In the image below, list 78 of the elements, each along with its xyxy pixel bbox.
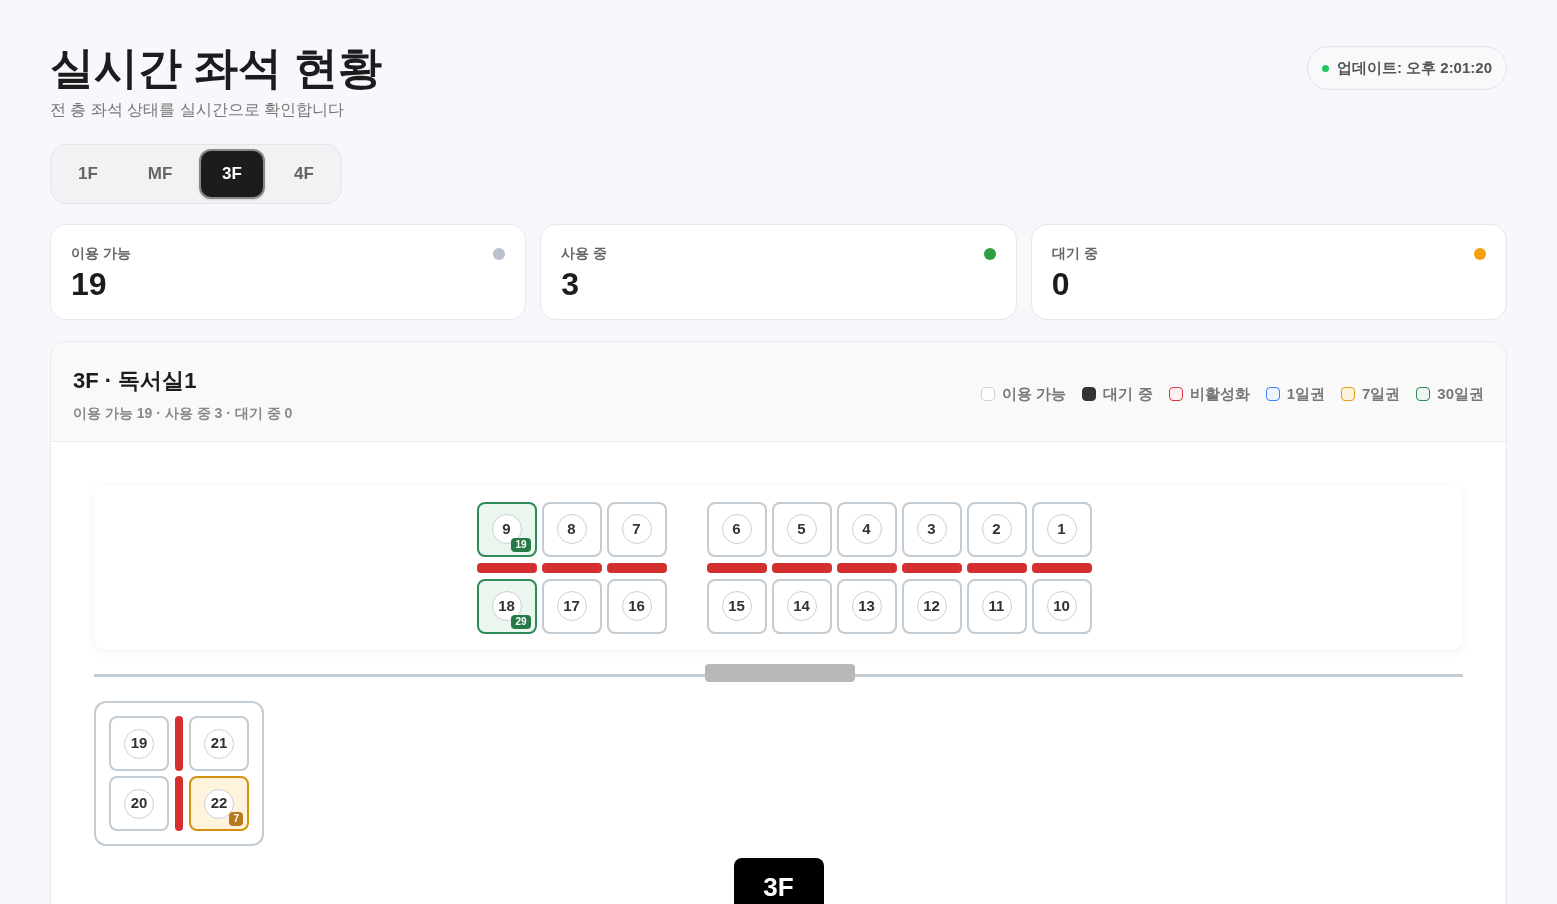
seat-number: 19 — [124, 728, 154, 759]
seat-number: 15 — [721, 591, 752, 621]
stat-value: 19 — [71, 265, 108, 304]
desk-drawing — [836, 562, 897, 573]
desk-drawing — [541, 562, 602, 573]
floor-tab[interactable]: 3F — [199, 149, 265, 199]
seat[interactable]: 12 — [901, 578, 962, 634]
seat-number: 22 — [204, 788, 234, 819]
floor-tab[interactable]: 1F — [55, 149, 121, 199]
seat-number: 8 — [556, 514, 587, 544]
seat-number: 5 — [786, 514, 817, 544]
page-subtitle: 전 층 좌석 상태를 실시간으로 확인합니다 — [50, 100, 346, 120]
seat[interactable]: 11 — [966, 578, 1027, 634]
seat-number: 13 — [851, 591, 882, 621]
stat-value: 3 — [561, 265, 581, 304]
floor-tab[interactable]: 4F — [271, 149, 337, 199]
desk-drawing — [175, 716, 183, 771]
legend-label: 대기 중 — [1103, 384, 1153, 404]
seat-number: 3 — [916, 514, 947, 544]
room-summary: 이용 가능 19 · 사용 중 3 · 대기 중 0 — [73, 404, 293, 423]
seat[interactable]: 7 — [606, 501, 667, 557]
seat[interactable]: 8 — [541, 501, 602, 557]
seat-number: 7 — [621, 514, 652, 544]
seat-number: 6 — [721, 514, 752, 544]
seat[interactable]: 21 — [189, 716, 249, 771]
room-title: 3F · 독서실1 — [73, 367, 198, 395]
seat-badge: 7 — [229, 812, 243, 826]
seat-number: 2 — [981, 514, 1012, 544]
seat-number: 16 — [621, 591, 652, 621]
seat-number: 4 — [851, 514, 882, 544]
update-time: 업데이트: 오후 2:01:20 — [1336, 57, 1492, 78]
seat[interactable]: 1 — [1031, 501, 1092, 557]
seat[interactable]: 2 — [966, 501, 1027, 557]
seat[interactable]: 19 — [109, 716, 169, 771]
desk-drawing — [175, 776, 183, 831]
desk-drawing — [771, 562, 832, 573]
seat-badge: 19 — [511, 537, 531, 552]
floor-tab[interactable]: MF — [127, 149, 193, 199]
seat-number: 10 — [1046, 591, 1077, 621]
seat-number: 11 — [981, 591, 1012, 621]
legend-label: 30일권 — [1437, 384, 1484, 404]
stat-value: 0 — [1051, 265, 1071, 304]
seat[interactable]: 16 — [606, 578, 667, 634]
desk-drawing — [966, 562, 1027, 573]
seat[interactable]: 3 — [901, 501, 962, 557]
seat-number: 17 — [556, 591, 587, 621]
seat-number: 1 — [1046, 514, 1077, 544]
seat[interactable]: 22 7 — [189, 776, 249, 831]
legend-label: 비활성화 — [1189, 384, 1250, 404]
desk-drawing — [606, 562, 667, 573]
floor-label: 3F — [733, 858, 824, 904]
seat[interactable]: 14 — [771, 578, 832, 634]
stat-label: 이용 가능 — [71, 244, 131, 263]
stat-label: 대기 중 — [1051, 244, 1098, 263]
legend-label: 1일권 — [1286, 384, 1325, 404]
desk-drawing — [476, 562, 537, 573]
seat[interactable]: 15 — [706, 578, 767, 634]
desk-drawing — [706, 562, 767, 573]
seat-number: 12 — [916, 591, 947, 621]
seat-badge: 29 — [511, 614, 531, 629]
seat[interactable]: 4 — [836, 501, 897, 557]
seat[interactable]: 18 29 — [476, 578, 537, 634]
seat[interactable]: 9 19 — [476, 501, 537, 557]
seat-number: 21 — [204, 728, 234, 759]
seat[interactable]: 13 — [836, 578, 897, 634]
desk-drawing — [1031, 562, 1092, 573]
seat[interactable]: 6 — [706, 501, 767, 557]
page-title: 실시간 좌석 현황 — [50, 42, 383, 94]
seat-number: 20 — [124, 788, 154, 819]
seat[interactable]: 5 — [771, 501, 832, 557]
seat[interactable]: 10 — [1031, 578, 1092, 634]
seat[interactable]: 20 — [109, 776, 169, 831]
seat-number: 14 — [786, 591, 817, 621]
seat[interactable]: 17 — [541, 578, 602, 634]
stat-label: 사용 중 — [561, 244, 608, 263]
legend-label: 이용 가능 — [1002, 384, 1067, 404]
desk-drawing — [901, 562, 962, 573]
legend-label: 7일권 — [1361, 384, 1401, 404]
